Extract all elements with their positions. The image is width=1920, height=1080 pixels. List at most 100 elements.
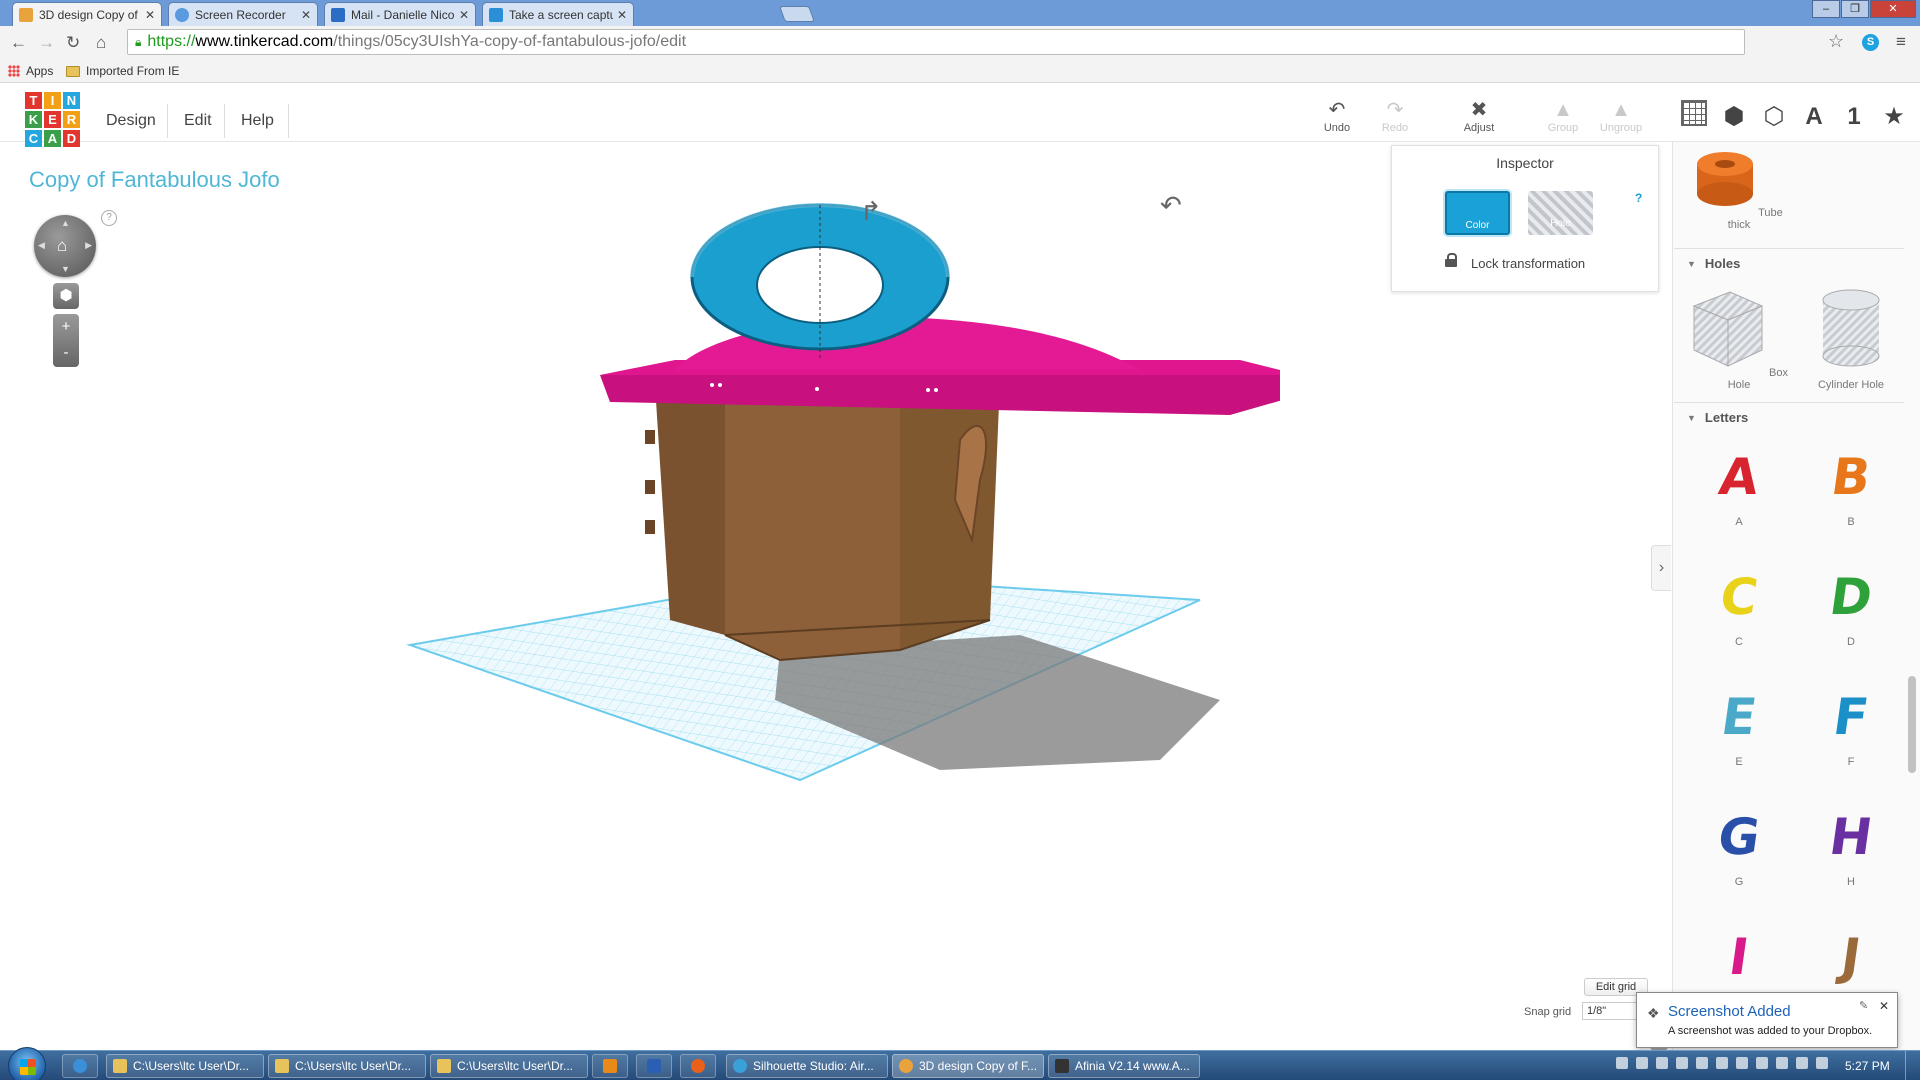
tab-tinkercad[interactable]: 3D design Copy of Fantab ✕: [12, 2, 162, 27]
wireframe-cube-icon[interactable]: ⬡: [1760, 102, 1788, 131]
solid-cube-icon[interactable]: ⬢: [1720, 102, 1748, 131]
tab-screen-recorder[interactable]: Screen Recorder ✕: [168, 2, 318, 26]
back-arrow-icon[interactable]: ←: [10, 33, 27, 53]
close-tab-icon[interactable]: ✕: [617, 8, 627, 22]
shape-letter-b[interactable]: BB: [1801, 446, 1901, 528]
tray-icon[interactable]: [1676, 1057, 1688, 1069]
show-desktop-button[interactable]: [1905, 1051, 1920, 1080]
restore-icon[interactable]: ❐: [1841, 0, 1869, 18]
selection-handle[interactable]: [926, 388, 930, 392]
chrome-menu-icon[interactable]: ≡: [1896, 32, 1906, 52]
redo-button[interactable]: ↷ Redo: [1365, 98, 1425, 134]
word-icon[interactable]: [636, 1054, 672, 1078]
lock-icon[interactable]: [1445, 253, 1457, 267]
design-title[interactable]: Copy of Fantabulous Jofo: [29, 167, 280, 193]
tab-mail[interactable]: Mail - Danielle Nicole Ing ✕: [324, 2, 476, 26]
home-view-icon[interactable]: ⌂: [57, 236, 67, 256]
reload-icon[interactable]: ↻: [66, 33, 80, 53]
shape-tube-thick[interactable]: Tube thick: [1689, 150, 1789, 231]
scrollbar-thumb[interactable]: [1908, 676, 1916, 773]
forward-arrow-icon[interactable]: →: [38, 33, 55, 53]
tray-icon[interactable]: [1736, 1057, 1748, 1069]
taskbar-afinia[interactable]: Afinia V2.14 www.A...: [1048, 1054, 1200, 1078]
orbit-up-icon[interactable]: ▲: [61, 218, 70, 228]
minimize-icon[interactable]: –: [1812, 0, 1840, 18]
bookmark-imported-from-ie[interactable]: Imported From IE: [66, 64, 179, 78]
orbit-right-icon[interactable]: ▶: [85, 240, 92, 251]
taskbar-chrome[interactable]: 3D design Copy of F...: [892, 1054, 1044, 1078]
orbit-left-icon[interactable]: ◀: [38, 240, 45, 251]
undo-button[interactable]: ↶ Undo: [1307, 98, 1367, 134]
3d-viewport[interactable]: [380, 180, 1280, 800]
shape-letter-g[interactable]: GG: [1689, 806, 1789, 888]
lock-transformation-label[interactable]: Lock transformation: [1471, 256, 1585, 271]
selection-handle[interactable]: [815, 387, 819, 391]
bookmark-star-icon[interactable]: ☆: [1828, 31, 1844, 52]
shape-letter-f[interactable]: FF: [1801, 686, 1901, 768]
adjust-button[interactable]: ✖ Adjust: [1449, 98, 1509, 134]
tab-screen-capture[interactable]: Take a screen capture (pri ✕: [482, 2, 634, 26]
close-window-icon[interactable]: ✕: [1870, 0, 1916, 18]
taskbar-clock[interactable]: 5:27 PM: [1845, 1059, 1890, 1073]
zoom-in-button[interactable]: +: [53, 314, 79, 340]
view-orbit-control[interactable]: ▲ ▼ ◀ ▶ ⌂: [34, 215, 96, 277]
tray-icon[interactable]: [1776, 1057, 1788, 1069]
number-shape-icon[interactable]: 1: [1840, 103, 1868, 131]
close-tab-icon[interactable]: ✕: [145, 8, 155, 22]
rotate-handle-icon[interactable]: ↶: [1160, 190, 1182, 221]
shape-letter-d[interactable]: DD: [1801, 566, 1901, 648]
shape-letter-h[interactable]: HH: [1801, 806, 1901, 888]
shape-letter-j[interactable]: J: [1801, 926, 1901, 996]
taskbar-silhouette-studio[interactable]: Silhouette Studio: Air...: [726, 1054, 888, 1078]
group-button[interactable]: ▲ Group: [1533, 98, 1593, 134]
media-player-icon[interactable]: [592, 1054, 628, 1078]
tray-icon[interactable]: [1616, 1057, 1628, 1069]
start-button[interactable]: [8, 1047, 46, 1080]
panel-scrollbar[interactable]: [1907, 150, 1917, 1050]
shape-letter-c[interactable]: CC: [1689, 566, 1789, 648]
firefox-icon[interactable]: [680, 1054, 716, 1078]
selection-handle[interactable]: [718, 383, 722, 387]
close-toast-icon[interactable]: ✕: [1879, 999, 1889, 1013]
new-tab-button[interactable]: [779, 6, 815, 22]
collapse-panel-chevron-icon[interactable]: ›: [1651, 545, 1671, 591]
selection-handle[interactable]: [710, 383, 714, 387]
tray-icon[interactable]: [1716, 1057, 1728, 1069]
shape-cylinder-hole[interactable]: Cylinder Hole: [1801, 288, 1901, 391]
shape-letter-a[interactable]: AA: [1689, 446, 1789, 528]
favorites-star-icon[interactable]: ★: [1880, 102, 1908, 131]
internet-explorer-icon[interactable]: [62, 1054, 98, 1078]
menu-edit[interactable]: Edit: [184, 112, 212, 130]
skype-extension-icon[interactable]: S: [1862, 34, 1879, 51]
close-tab-icon[interactable]: ✕: [301, 8, 311, 22]
taskbar-explorer-2[interactable]: C:\Users\ltc User\Dr...: [268, 1054, 426, 1078]
category-letters[interactable]: ▼ Letters: [1687, 410, 1748, 425]
orbit-down-icon[interactable]: ▼: [61, 264, 70, 274]
shape-box-hole[interactable]: Box Hole: [1689, 288, 1789, 391]
bookmark-apps[interactable]: Apps: [8, 64, 53, 78]
home-icon[interactable]: ⌂: [96, 33, 106, 53]
selection-handle[interactable]: [934, 388, 938, 392]
menu-help[interactable]: Help: [241, 112, 274, 130]
tray-icon[interactable]: [1656, 1057, 1668, 1069]
zoom-out-button[interactable]: -: [53, 340, 79, 366]
inspector-help-icon[interactable]: ?: [1635, 191, 1642, 205]
taskbar-explorer-1[interactable]: C:\Users\ltc User\Dr...: [106, 1054, 264, 1078]
address-bar[interactable]: 🔒︎ https://www.tinkercad.com/things/05cy…: [127, 29, 1745, 55]
snap-grid-select[interactable]: 1/8": [1582, 1002, 1644, 1020]
dropbox-notification[interactable]: ❖ Screenshot Added A screenshot was adde…: [1636, 992, 1898, 1057]
menu-design[interactable]: Design: [106, 112, 156, 130]
pin-icon[interactable]: ✎: [1859, 999, 1868, 1012]
shape-letter-i[interactable]: I: [1689, 926, 1789, 996]
tinkercad-logo[interactable]: T I N K E R C A D: [25, 92, 80, 147]
tray-icon[interactable]: [1796, 1057, 1808, 1069]
shape-letter-e[interactable]: EE: [1689, 686, 1789, 768]
color-swatch-button[interactable]: Color: [1445, 191, 1510, 235]
tray-icon[interactable]: [1756, 1057, 1768, 1069]
rotate-handle-icon[interactable]: ↱: [860, 196, 882, 227]
tray-icon[interactable]: [1636, 1057, 1648, 1069]
close-tab-icon[interactable]: ✕: [459, 8, 469, 22]
view-help-icon[interactable]: ?: [101, 210, 117, 226]
tray-icon[interactable]: [1696, 1057, 1708, 1069]
category-holes[interactable]: ▼ Holes: [1687, 256, 1740, 271]
